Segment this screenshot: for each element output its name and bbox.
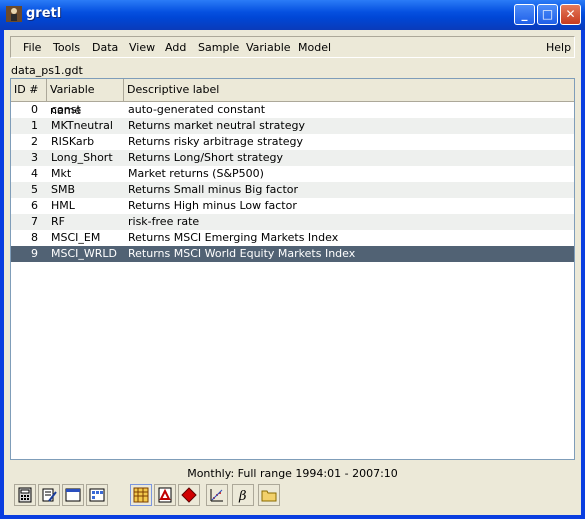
model-button[interactable]: β [232, 484, 254, 506]
row-name: MKTneutral [51, 119, 113, 132]
table-row[interactable]: 5 SMB Returns Small minus Big factor [11, 182, 574, 198]
column-header-name[interactable]: Variable name [47, 79, 124, 117]
spreadsheet-button[interactable] [130, 484, 152, 506]
row-name: HML [51, 199, 75, 212]
row-name: RF [51, 215, 65, 228]
plot-icon [210, 489, 223, 502]
calculator-button[interactable] [14, 484, 36, 506]
row-label: Returns Long/Short strategy [128, 151, 283, 164]
folder-icon [261, 490, 277, 502]
row-id: 6 [31, 199, 38, 212]
window-title: gretl [26, 6, 62, 21]
menu-sample[interactable]: Sample [198, 41, 239, 54]
row-id: 7 [31, 215, 38, 228]
app-window: gretl _ □ ✕ File Tools Data View Add Sam… [0, 0, 585, 519]
minimize-icon: _ [521, 7, 528, 21]
menu-add[interactable]: Add [165, 41, 186, 54]
table-row[interactable]: 7 RF risk-free rate [11, 214, 574, 230]
row-name: SMB [51, 183, 76, 196]
status-text: Monthly: Full range 1994:01 - 2007:10 [187, 467, 398, 480]
row-label: Returns MSCI Emerging Markets Index [128, 231, 339, 244]
plot-button[interactable] [206, 484, 228, 506]
row-id: 4 [31, 167, 38, 180]
menu-variable[interactable]: Variable [246, 41, 291, 54]
row-name: RISKarb [51, 135, 95, 148]
row-label: Returns Small minus Big factor [128, 183, 299, 196]
row-name: MSCI_WRLD [51, 247, 118, 260]
column-header-label[interactable]: Descriptive label [124, 79, 574, 101]
session-button[interactable] [86, 484, 108, 506]
session-icon [89, 488, 105, 502]
minimize-button[interactable]: _ [514, 4, 535, 25]
table-row-selected[interactable]: 9 MSCI_WRLD Returns MSCI World Equity Ma… [11, 246, 574, 262]
table-row[interactable]: 8 MSCI_EM Returns MSCI Emerging Markets … [11, 230, 574, 246]
dataset-filename: data_ps1.gdt [11, 64, 83, 77]
close-icon: ✕ [565, 7, 576, 21]
list-header: ID # Variable name Descriptive label [11, 79, 574, 117]
calculator-icon [18, 487, 32, 503]
beta-icon: β [238, 489, 247, 503]
row-name: const [51, 103, 81, 116]
table-row[interactable]: 2 RISKarb Returns risky arbitrage strate… [11, 134, 574, 150]
variable-list[interactable]: ID # Variable name Descriptive label 0 c… [10, 78, 575, 460]
table-row[interactable]: 6 HML Returns High minus Low factor [11, 198, 574, 214]
console-button[interactable] [62, 484, 84, 506]
pdf-icon [158, 487, 172, 503]
maximize-icon: □ [541, 7, 554, 21]
title-bar[interactable]: gretl _ □ ✕ [0, 0, 585, 30]
column-header-id[interactable]: ID # [11, 79, 47, 101]
row-label: Returns High minus Low factor [128, 199, 297, 212]
menu-bar: File Tools Data View Add Sample Variable… [10, 36, 575, 58]
menu-tools[interactable]: Tools [53, 41, 80, 54]
row-id: 1 [31, 119, 38, 132]
row-name: MSCI_EM [51, 231, 101, 244]
menu-view[interactable]: View [129, 41, 155, 54]
terminal-icon [65, 488, 81, 502]
gretl-logo-icon [6, 6, 22, 22]
edit-icon [42, 488, 57, 502]
ruby-button[interactable] [178, 484, 200, 506]
menu-model[interactable]: Model [298, 41, 331, 54]
row-id: 5 [31, 183, 38, 196]
row-id: 8 [31, 231, 38, 244]
row-label: Returns market neutral strategy [128, 119, 305, 132]
close-button[interactable]: ✕ [560, 4, 581, 25]
table-row[interactable]: 1 MKTneutral Returns market neutral stra… [11, 118, 574, 134]
menu-data[interactable]: Data [92, 41, 118, 54]
svg-text:β: β [238, 489, 247, 503]
row-label: auto-generated constant [128, 103, 266, 116]
row-label: Returns MSCI World Equity Markets Index [128, 247, 356, 260]
open-folder-button[interactable] [258, 484, 280, 506]
row-id: 9 [31, 247, 38, 260]
row-id: 0 [31, 103, 38, 116]
row-name: Mkt [51, 167, 72, 180]
menu-help[interactable]: Help [546, 41, 571, 54]
table-row[interactable]: 0 const auto-generated constant [11, 102, 574, 118]
menu-file[interactable]: File [23, 41, 41, 54]
row-label: Market returns (S&P500) [128, 167, 264, 180]
main-client-area: File Tools Data View Add Sample Variable… [4, 30, 581, 515]
grid-icon [133, 487, 149, 503]
table-row[interactable]: 3 Long_Short Returns Long/Short strategy [11, 150, 574, 166]
row-name: Long_Short [51, 151, 113, 164]
ruby-icon [181, 487, 197, 503]
row-id: 3 [31, 151, 38, 164]
row-label: risk-free rate [128, 215, 200, 228]
row-label: Returns risky arbitrage strategy [128, 135, 304, 148]
script-edit-button[interactable] [38, 484, 60, 506]
maximize-button[interactable]: □ [537, 4, 558, 25]
row-id: 2 [31, 135, 38, 148]
table-row[interactable]: 4 Mkt Market returns (S&P500) [11, 166, 574, 182]
pdf-button[interactable] [154, 484, 176, 506]
